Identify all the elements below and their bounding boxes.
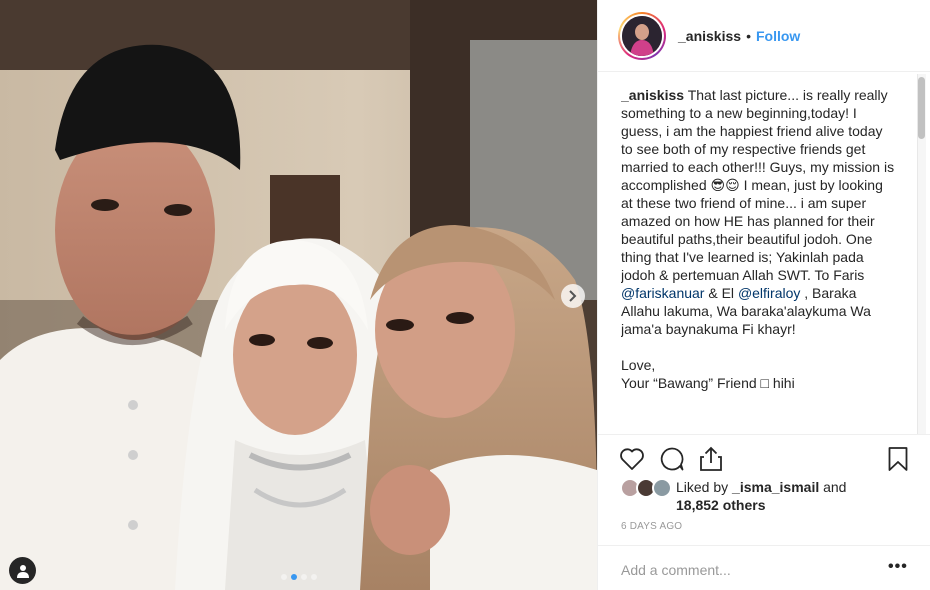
post-actions — [598, 434, 930, 480]
mention-link[interactable]: @fariskanuar — [621, 285, 704, 301]
liked-by-and: and — [819, 479, 847, 495]
author-avatar-image — [622, 15, 662, 56]
post-photo[interactable] — [0, 0, 597, 590]
share-icon — [700, 446, 722, 471]
comment-bar: ••• — [598, 545, 930, 590]
comment-button[interactable] — [658, 445, 686, 473]
caption-signature: Your “Bawang” Friend □ hihi — [621, 375, 795, 391]
liker-avatars[interactable] — [620, 478, 672, 500]
post-header: _aniskiss • Follow — [598, 0, 930, 72]
liked-by-prefix: Liked by — [676, 479, 733, 495]
post-caption: _aniskiss That last picture... is really… — [621, 86, 897, 426]
post-side-panel: _aniskiss • Follow _aniskiss That last p… — [597, 0, 930, 590]
author-username[interactable]: _aniskiss — [678, 28, 741, 44]
carousel-dot — [300, 574, 307, 580]
more-options-button[interactable]: ••• — [888, 558, 908, 576]
post-timestamp[interactable]: 6 DAYS AGO — [621, 521, 682, 532]
like-button[interactable] — [618, 445, 646, 473]
carousel-dot — [310, 574, 317, 580]
next-photo-button[interactable] — [561, 284, 585, 308]
mention-link[interactable]: @elfiraloy — [738, 285, 800, 301]
likes-count[interactable]: 18,852 others — [676, 497, 766, 513]
caption-scrollbar-thumb[interactable] — [918, 77, 925, 139]
comment-input[interactable] — [621, 561, 861, 579]
caption-text: That last picture... is really really so… — [621, 87, 895, 283]
caption-text: & El — [704, 285, 738, 301]
bookmark-icon — [888, 447, 908, 471]
instagram-post-modal: _aniskiss • Follow _aniskiss That last p… — [0, 0, 930, 590]
author-avatar[interactable] — [618, 11, 666, 60]
liked-by-user[interactable]: _isma_ismail — [732, 479, 819, 495]
header-separator: • — [746, 27, 751, 44]
share-button[interactable] — [697, 445, 725, 473]
carousel-indicator — [0, 574, 597, 580]
wedding-photo-illustration — [0, 0, 597, 590]
carousel-dot — [280, 574, 287, 580]
comment-icon — [660, 447, 684, 471]
save-button[interactable] — [884, 445, 912, 473]
heart-icon — [620, 448, 644, 470]
liked-by-text: Liked by _isma_ismail and 18,852 others — [676, 478, 846, 514]
carousel-dot-active — [290, 574, 297, 580]
caption-username[interactable]: _aniskiss — [621, 87, 684, 103]
follow-button[interactable]: Follow — [756, 28, 800, 44]
chevron-right-icon — [569, 290, 577, 302]
avatar — [652, 478, 672, 498]
likes-summary: Liked by _isma_ismail and 18,852 others — [620, 478, 846, 514]
caption-closing: Love, — [621, 357, 656, 373]
